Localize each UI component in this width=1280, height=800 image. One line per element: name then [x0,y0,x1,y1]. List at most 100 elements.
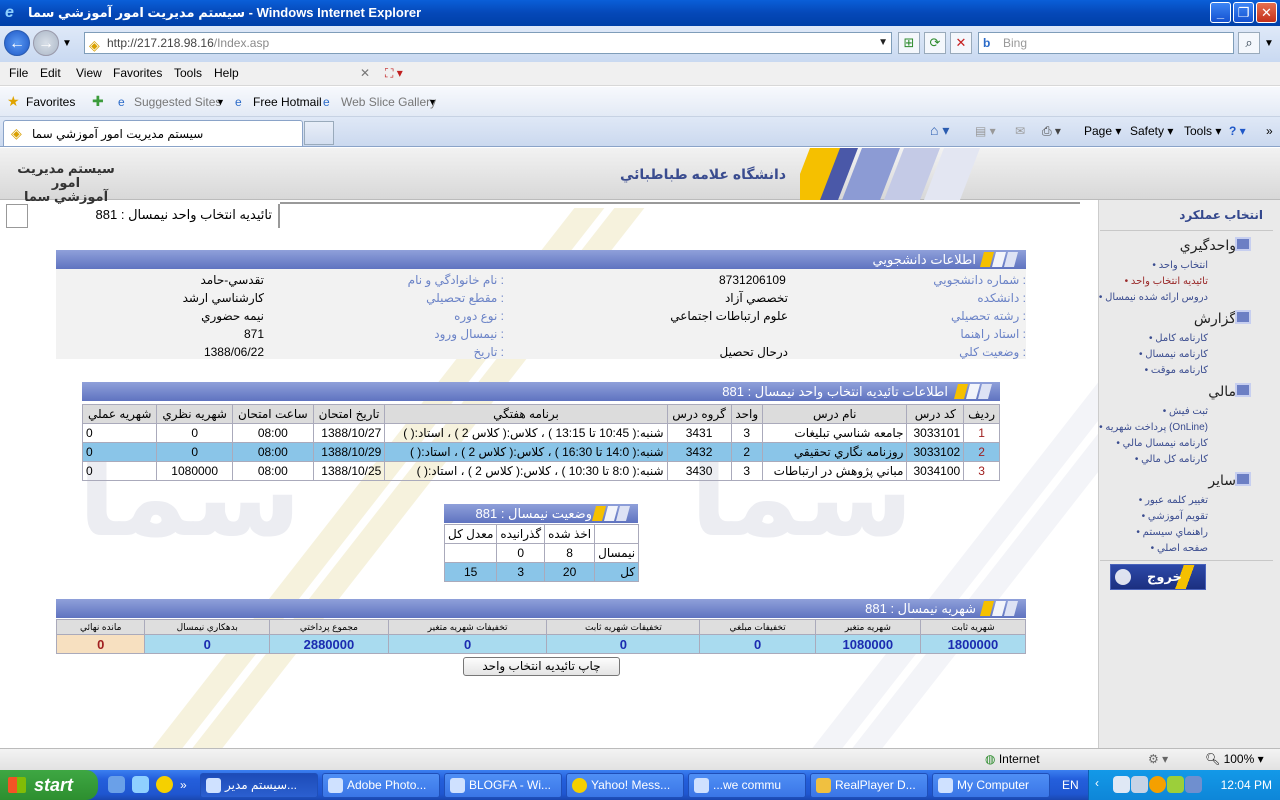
menu-view[interactable]: View [76,66,102,80]
refresh-icon[interactable]: ⟳ [924,32,946,54]
print-icon[interactable]: ⎙ ▾ [1042,124,1061,139]
course-type-label: نوع دوره : [454,309,504,323]
sidebar-item-calendar[interactable]: • تقويم آموزشي [1142,511,1208,522]
status-header-row: اخذ شده گذرانيده معدل کل [443,524,640,544]
maximize-button[interactable]: ❐ [1233,2,1254,23]
mail-icon[interactable]: ✉ [1015,124,1025,138]
new-tab-button[interactable] [304,121,334,145]
task-community[interactable]: ...we commu [688,773,806,798]
suggested-sites-link[interactable]: Suggested Sites [134,95,221,109]
tuition-values-row: 1800000 1080000 0 0 0 2880000 0 0 [55,634,1027,654]
task-realplayer[interactable]: RealPlayer D... [810,773,928,798]
sidebar-item-course-selection[interactable]: • انتخاب واحد [1152,260,1208,271]
cell-units: 3 [730,461,764,481]
ie-logo-icon: e [5,4,14,21]
sidebar-item-change-password[interactable]: • تغيير کلمه عبور [1139,495,1208,506]
cell-name: مباني پژوهش در ارتباطات [762,461,908,481]
sidebar-item-register-receipt[interactable]: • ثبت فيش [1163,406,1208,417]
address-input[interactable]: ◈ http://217.218.98.16/Index.asp ▼ [84,32,892,54]
address-dropdown-icon[interactable]: ▼ [878,33,888,53]
compat-view-icon[interactable]: ⊞ [898,32,920,54]
menu-file[interactable]: File [9,66,28,80]
menu-help[interactable]: Help [214,66,239,80]
sidebar-item-help[interactable]: • راهنماي سيستم [1136,527,1208,538]
zoom-control[interactable]: 🔍︎ 100% ▾ [1205,752,1264,766]
search-dropdown-icon[interactable]: ▼ [1264,38,1274,49]
sidebar-item-full-transcript[interactable]: • کارنامه کامل [1149,333,1208,344]
sidebar-item-home[interactable]: • صفحه اصلي [1151,543,1208,554]
tray-app-icon[interactable] [1167,776,1184,793]
item-label: کارنامه نيمسال مالي [1122,438,1208,449]
tray-app-icon[interactable] [1149,776,1166,793]
ie-task-icon [450,778,465,793]
safety-menu[interactable]: Safety ▾ [1130,124,1173,138]
start-button[interactable]: start [0,770,98,800]
quicklaunch-desktop-icon[interactable] [108,776,125,793]
task-my-computer[interactable]: My Computer [932,773,1050,798]
translate-icon[interactable]: ⛶ ▾ [385,66,403,81]
task-yahoo[interactable]: Yahoo! Mess... [566,773,684,798]
col-fixed-discount: تخفيفات شهريه ثابت [546,619,701,635]
tray-expand-icon[interactable]: ‹ [1095,776,1099,790]
status-taken: 20 [544,562,596,582]
cell-units: 2 [730,442,764,462]
section-chevron-icon [980,601,1018,616]
menu-edit[interactable]: Edit [40,66,61,80]
tab-current[interactable]: ◈ سيستم مديريت امور آموزشي سما [3,120,303,146]
search-icon[interactable]: ⌕ [1238,32,1260,54]
forward-button[interactable]: → [33,30,59,56]
sidebar-item-financial-total[interactable]: • کارنامه کل مالي [1135,454,1208,465]
help-icon[interactable]: ? ▾ [1229,124,1246,138]
add-favorite-icon[interactable]: ✚ [92,93,104,110]
task-photoshop[interactable]: Adobe Photo... [322,773,440,798]
free-hotmail-link[interactable]: Free Hotmail [253,95,322,109]
sidebar-item-semester-transcript[interactable]: • کارنامه نيمسال [1139,349,1208,360]
sidebar-item-temp-transcript[interactable]: • کارنامه موقت [1145,365,1208,376]
table-row[interactable]: 3 3034100 مباني پژوهش در ارتباطات 3 3430… [81,461,1000,481]
print-confirmation-button[interactable]: چاپ تائيديه انتخاب واحد [463,657,620,676]
semester-status-table: اخذ شده گذرانيده معدل کل نيمسال 8 0 کل 2… [443,524,640,582]
sidebar-item-selection-confirmation[interactable]: • تائيديه انتخاب واحد [1125,276,1208,287]
sidebar-item-offered-courses[interactable]: • دروس ارائه شده نيمسال [1099,292,1208,303]
web-slice-gallery-link[interactable]: Web Slice Gallery [341,95,436,109]
task-blogfa[interactable]: BLOGFA - Wi... [444,773,562,798]
protected-mode-icon[interactable]: ⚙ ▾ [1148,752,1168,766]
feeds-icon[interactable]: ▤ ▾ [975,124,996,138]
table-row[interactable]: 2 3033102 روزنامه نگاري تحقيقي 2 3432 شن… [81,442,1000,462]
menu-favorites[interactable]: Favorites [113,66,162,80]
student-no-value: 8731206109 [719,273,786,287]
home-icon[interactable]: ⌂ ▾ [930,122,949,139]
student-info-title: اطلاعات دانشجويي [872,252,976,267]
quicklaunch-more-icon[interactable]: » [180,778,187,792]
sidebar-item-financial-semester[interactable]: • کارنامه نيمسال مالي [1116,438,1208,449]
close-menu-icon[interactable]: ✕ [360,66,370,80]
address-toolbar: ← → ▼ ◈ http://217.218.98.16/Index.asp ▼… [0,26,1280,62]
status-row-semester: نيمسال 8 0 [443,543,640,563]
breadcrumb-box [6,204,28,228]
menu-tools[interactable]: Tools [174,66,202,80]
favorites-button[interactable]: Favorites [26,95,75,109]
exit-button[interactable]: خروج [1110,564,1206,590]
tray-network-icon[interactable] [1185,776,1202,793]
more-commands-icon[interactable]: » [1266,124,1273,138]
sidebar-item-online-payment[interactable]: • پرداخت شهريه (OnLine) [1099,422,1208,433]
task-sama[interactable]: سيستم مدير... [200,773,318,798]
search-input[interactable]: b Bing [978,32,1234,54]
cell-group: 3431 [666,423,732,443]
page-menu[interactable]: Page ▾ [1084,124,1121,138]
table-row[interactable]: 1 3033101 جامعه شناسي تبليغات 3 3431 شنب… [81,423,1000,443]
tray-app-icon[interactable] [1113,776,1130,793]
back-button[interactable]: ← [4,30,30,56]
close-button[interactable]: ✕ [1256,2,1277,23]
quicklaunch-ie-icon[interactable] [132,776,149,793]
webslice-dropdown-icon[interactable]: ▼ [428,97,437,107]
history-dropdown-icon[interactable]: ▼ [62,38,72,49]
cell-exam-date: 1388/10/27 [312,423,386,443]
quicklaunch-yahoo-icon[interactable] [156,776,173,793]
minimize-button[interactable]: _ [1210,2,1231,23]
tray-app-icon[interactable] [1131,776,1148,793]
tools-menu[interactable]: Tools ▾ [1184,124,1221,138]
language-indicator[interactable]: EN [1062,778,1079,792]
stop-icon[interactable]: ✕ [950,32,972,54]
suggested-dropdown-icon[interactable]: ▼ [216,97,225,107]
